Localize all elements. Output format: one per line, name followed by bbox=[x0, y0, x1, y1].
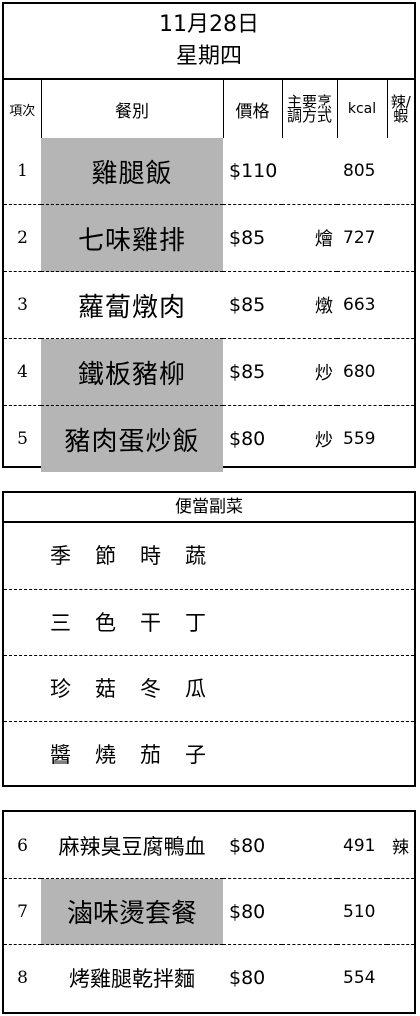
meal-method bbox=[282, 944, 337, 1010]
main-menu-box: 11月28日 星期四 項次 餐別 價格 主要烹調方式 kcal 辣/蝦 1 雞腿飯… bbox=[2, 2, 416, 472]
meal-name: 鐵板豬柳 bbox=[41, 338, 223, 406]
meal-kcal: 663 bbox=[337, 271, 387, 339]
meal-kcal: 680 bbox=[337, 338, 387, 406]
extra-meals-box: 6 麻辣臭豆腐鴨血 $80 491 辣 7 滷味燙套餐 $80 510 8 烤雞腿乾拌麵 $80 554 bbox=[2, 810, 416, 1014]
table-row: 2 七味雞排 $85 燴 727 bbox=[4, 204, 414, 272]
meal-index: 2 bbox=[4, 204, 41, 272]
meal-spicy bbox=[387, 878, 414, 945]
meal-index: 6 bbox=[17, 835, 28, 856]
col-index-header: 項次 bbox=[4, 78, 42, 138]
meal-method bbox=[282, 813, 337, 879]
table-header-row: 項次 餐別 價格 主要烹調方式 kcal 辣/蝦 bbox=[4, 78, 414, 138]
meal-index: 7 bbox=[4, 878, 41, 945]
table-row: 6 麻辣臭豆腐鴨血 $80 491 辣 bbox=[4, 813, 414, 879]
meal-kcal: 510 bbox=[337, 878, 387, 945]
meal-spicy bbox=[387, 338, 414, 406]
meal-kcal: 805 bbox=[343, 161, 376, 181]
meal-name: 滷味燙套餐 bbox=[41, 878, 223, 945]
date-header: 11月28日 星期四 bbox=[4, 4, 414, 78]
col-meal-header: 餐別 bbox=[41, 78, 224, 138]
meal-kcal: 727 bbox=[337, 204, 387, 272]
table-row: 7 滷味燙套餐 $80 510 bbox=[4, 878, 414, 945]
table-row: 8 烤雞腿乾拌麵 $80 554 bbox=[4, 944, 414, 1010]
meal-price: $80 bbox=[223, 405, 282, 472]
meal-name: 豬肉蛋炒飯 bbox=[41, 405, 223, 472]
table-row: 4 鐵板豬柳 $85 炒 680 bbox=[4, 338, 414, 406]
meal-price: $85 bbox=[223, 204, 282, 272]
meal-method: 炒 bbox=[282, 405, 337, 472]
side-dish-item: 季節時蔬 bbox=[50, 544, 230, 568]
meal-kcal: 491 bbox=[343, 835, 376, 856]
col-spicy-header: 辣/蝦 bbox=[387, 78, 414, 138]
table-row: 1 雞腿飯 $110 805 bbox=[4, 138, 414, 205]
meal-spicy bbox=[387, 271, 414, 339]
col-kcal-header: kcal bbox=[337, 78, 388, 138]
date-label: 11月28日 bbox=[159, 12, 259, 37]
meal-price: $85 bbox=[223, 271, 282, 339]
side-dish-item: 三色干丁 bbox=[4, 589, 414, 655]
meal-spicy bbox=[387, 944, 414, 1010]
extra-meal-table: 6 麻辣臭豆腐鴨血 $80 491 辣 7 滷味燙套餐 $80 510 8 烤雞腿乾拌麵 $80 554 bbox=[4, 813, 414, 1010]
meal-index: 8 bbox=[4, 944, 41, 1010]
meal-price: $80 bbox=[223, 944, 282, 1010]
meal-spicy bbox=[387, 204, 414, 272]
meal-name: 蘿蔔燉肉 bbox=[41, 271, 223, 339]
table-row: 3 蘿蔔燉肉 $85 燉 663 bbox=[4, 271, 414, 339]
meal-name: 烤雞腿乾拌麵 bbox=[41, 944, 223, 1010]
meal-index: 4 bbox=[4, 338, 41, 406]
meal-method: 炒 bbox=[282, 338, 337, 406]
meal-spicy bbox=[387, 138, 414, 205]
meal-method: 燉 bbox=[282, 271, 337, 339]
weekday-label: 星期四 bbox=[175, 44, 242, 69]
meal-index: 3 bbox=[4, 271, 41, 339]
side-dish-item: 醬燒茄子 bbox=[4, 721, 414, 787]
meal-index: 1 bbox=[17, 161, 28, 181]
side-dish-item: 珍菇冬瓜 bbox=[4, 655, 414, 721]
side-dishes-list: 季節時蔬三色干丁 珍菇冬瓜 醬燒茄子 bbox=[4, 523, 414, 787]
meal-name: 七味雞排 bbox=[41, 204, 223, 272]
meal-method: 燴 bbox=[282, 204, 337, 272]
meal-price: $80 bbox=[223, 878, 282, 945]
side-dishes-box: 便當副菜 季節時蔬三色干丁 珍菇冬瓜 醬燒茄子 bbox=[2, 491, 416, 787]
side-dishes-title: 便當副菜 bbox=[4, 493, 414, 523]
meal-price: $85 bbox=[223, 338, 282, 406]
table-row: 5 豬肉蛋炒飯 $80 炒 559 bbox=[4, 405, 414, 472]
meal-index: 5 bbox=[4, 405, 41, 472]
meal-kcal: 559 bbox=[337, 405, 387, 472]
meal-price: $110 bbox=[229, 160, 278, 182]
meal-table: 項次 餐別 價格 主要烹調方式 kcal 辣/蝦 1 雞腿飯 $110 805 2 七味雞… bbox=[4, 78, 414, 472]
col-method-header: 主要烹調方式 bbox=[282, 78, 338, 138]
col-price-header: 價格 bbox=[223, 78, 283, 138]
meal-kcal: 554 bbox=[337, 944, 387, 1010]
meal-method bbox=[282, 138, 337, 205]
meal-spicy bbox=[387, 405, 414, 472]
meal-price: $80 bbox=[229, 834, 266, 857]
meal-method bbox=[282, 878, 337, 945]
meal-name: 麻辣臭豆腐鴨血 bbox=[58, 834, 206, 859]
meal-name: 雞腿飯 bbox=[41, 138, 223, 205]
meal-spicy: 辣 bbox=[392, 838, 409, 858]
